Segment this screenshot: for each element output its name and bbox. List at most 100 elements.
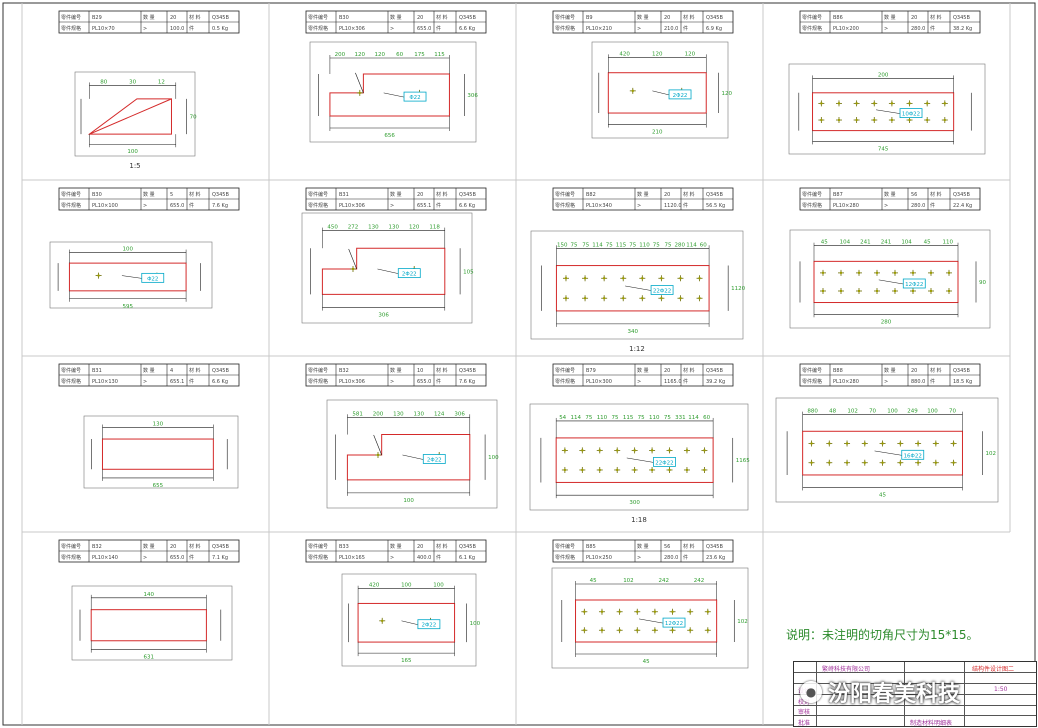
- header-material: Q345B: [459, 368, 476, 374]
- header-unit: 件: [189, 202, 194, 209]
- hole-mark: [863, 461, 866, 464]
- header-unit: 件: [683, 554, 688, 561]
- dimension-label: 242: [658, 578, 669, 584]
- hole-callout: 2Φ22: [402, 272, 417, 278]
- dimension-label: 75: [653, 242, 660, 248]
- header-part-label: 零件编号: [61, 367, 81, 374]
- dimension-label: 150: [557, 242, 568, 248]
- dimension-label: 102: [623, 578, 634, 584]
- hole-mark: [857, 271, 861, 275]
- hole-mark: [671, 610, 674, 613]
- hole-mark: [855, 118, 858, 122]
- dimension-label: 102: [985, 451, 996, 457]
- header-qty-label: 数 量: [637, 14, 649, 21]
- header-spec: PL10×280: [833, 203, 859, 209]
- hole-callout: 22Φ22: [655, 460, 673, 466]
- header-material-label: 材 料: [930, 14, 942, 21]
- hole-mark: [916, 461, 920, 464]
- header-spec: PL10×306: [339, 26, 365, 32]
- header-qty-label: 数 量: [143, 191, 155, 198]
- hole-mark: [875, 271, 879, 275]
- hole-mark: [855, 102, 858, 105]
- header-weight: 6.1 Kg: [459, 555, 475, 561]
- header-qty-label: 数 量: [390, 14, 402, 21]
- dimension-label: 655: [153, 483, 164, 489]
- part-drawing-panel: 零件编号 B9 数 量 20 材 料 Q345B 零件规格 PL10×210 >210.0 件 6.…: [552, 10, 734, 139]
- dimension-label: 80: [100, 79, 107, 85]
- hole-mark: [358, 91, 361, 95]
- hole-mark: [653, 629, 657, 632]
- hole-mark: [685, 449, 689, 452]
- hole-callout: 12Φ22: [665, 621, 683, 627]
- hole-mark: [929, 289, 933, 293]
- part-drawing-panel: 零件编号 B30 数 量 20 材 料 Q345B 零件规格 PL10×306 >655.0 件 6…: [305, 10, 487, 143]
- hole-mark: [916, 442, 920, 445]
- header-spec-label: 零件规格: [308, 378, 328, 385]
- header-length: 100.0: [170, 26, 184, 32]
- header-spec-label: 零件规格: [802, 202, 822, 209]
- header-qty-label: 数 量: [143, 367, 155, 374]
- dimension-label: 110: [649, 415, 660, 421]
- part-drawing-panel: 零件编号 B88 数 量 20 材 料 Q345B 零件规格 PL10×280 >880.0 件 1…: [775, 363, 999, 503]
- hole-mark: [650, 449, 654, 452]
- header-spec: PL10×200: [833, 26, 859, 32]
- dimension-label: 70: [949, 409, 956, 415]
- dimension-label: 75: [629, 242, 636, 248]
- header-spec: PL10×340: [586, 203, 612, 209]
- hole-mark: [602, 297, 606, 300]
- dimension-label: 75: [585, 415, 592, 421]
- header-part-no: B86: [833, 15, 843, 21]
- hole-mark: [839, 271, 843, 275]
- dimension-label: 75: [612, 415, 619, 421]
- header-part-no: B33: [339, 544, 349, 550]
- dimension-label: 100: [127, 149, 138, 155]
- hole-mark: [703, 468, 706, 472]
- header-qty-label: 数 量: [390, 543, 402, 550]
- dimension-label: 75: [664, 415, 671, 421]
- dimension-label: 30: [129, 79, 136, 85]
- header-length: 280.0: [911, 203, 925, 209]
- dimension-label: 165: [401, 658, 412, 664]
- hole-mark: [845, 461, 849, 464]
- header-weight: 23.6 Kg: [706, 555, 725, 561]
- part-drawing-panel: 零件编号 B31 数 量 20 材 料 Q345B 零件规格 PL10×306 >655.1 件 6…: [301, 187, 487, 324]
- header-qty: 10: [417, 368, 423, 374]
- header-unit: 件: [436, 554, 441, 561]
- drawing-frame: [551, 567, 749, 669]
- header-material-label: 材 料: [683, 14, 695, 21]
- part-drawing-panel: 零件编号 B85 数 量 56 材 料 Q345B 零件规格 PL10×250 >280.0 件 2…: [551, 539, 749, 669]
- hole-mark: [952, 461, 955, 464]
- hole-mark: [563, 449, 567, 452]
- header-material-label: 材 料: [436, 191, 448, 198]
- dimension-label: 100: [927, 409, 938, 415]
- hole-mark: [583, 610, 586, 613]
- dimension-label: 12: [158, 79, 165, 85]
- header-unit: 件: [930, 25, 935, 32]
- part-drawing-panel: 零件编号 B31 数 量 4 材 料 Q345B 零件规格 PL10×130 >655.1 件 6.…: [58, 363, 240, 489]
- dimension-label: 241: [860, 240, 871, 246]
- part-drawing-panel: 零件编号 B32 数 量 20 材 料 Q345B 零件规格 PL10×140 >655.0 件 7…: [58, 539, 240, 661]
- header-material-label: 材 料: [930, 367, 942, 374]
- hole-mark: [688, 629, 692, 632]
- general-note: 说明：未注明的切角尺寸为15*15。: [786, 628, 979, 642]
- header-weight: 18.5 Kg: [953, 379, 972, 385]
- dimension-label: 200: [878, 72, 889, 78]
- hole-mark: [376, 453, 380, 457]
- hole-mark: [631, 89, 634, 93]
- header-part-no: B29: [92, 15, 102, 21]
- header-spec-label: 零件规格: [802, 378, 822, 385]
- watermark-text: 汾阳春美科技: [828, 682, 961, 707]
- header-weight: 6.9 Kg: [706, 26, 722, 32]
- dimension-label: 60: [700, 242, 707, 248]
- header-qty: 5: [170, 192, 173, 198]
- dimension-label: 100: [433, 583, 444, 589]
- hole-mark: [583, 629, 586, 632]
- hole-mark: [641, 297, 644, 300]
- titleblock-sheet: 制造材料明细表: [910, 720, 953, 727]
- header-weight: 7.6 Kg: [459, 379, 475, 385]
- header-length: 655.0: [417, 379, 431, 385]
- header-length: 655.0: [170, 203, 184, 209]
- dimension-label: 450: [327, 225, 338, 231]
- dimension-label: 1120: [731, 286, 745, 292]
- header-material-label: 材 料: [189, 191, 201, 198]
